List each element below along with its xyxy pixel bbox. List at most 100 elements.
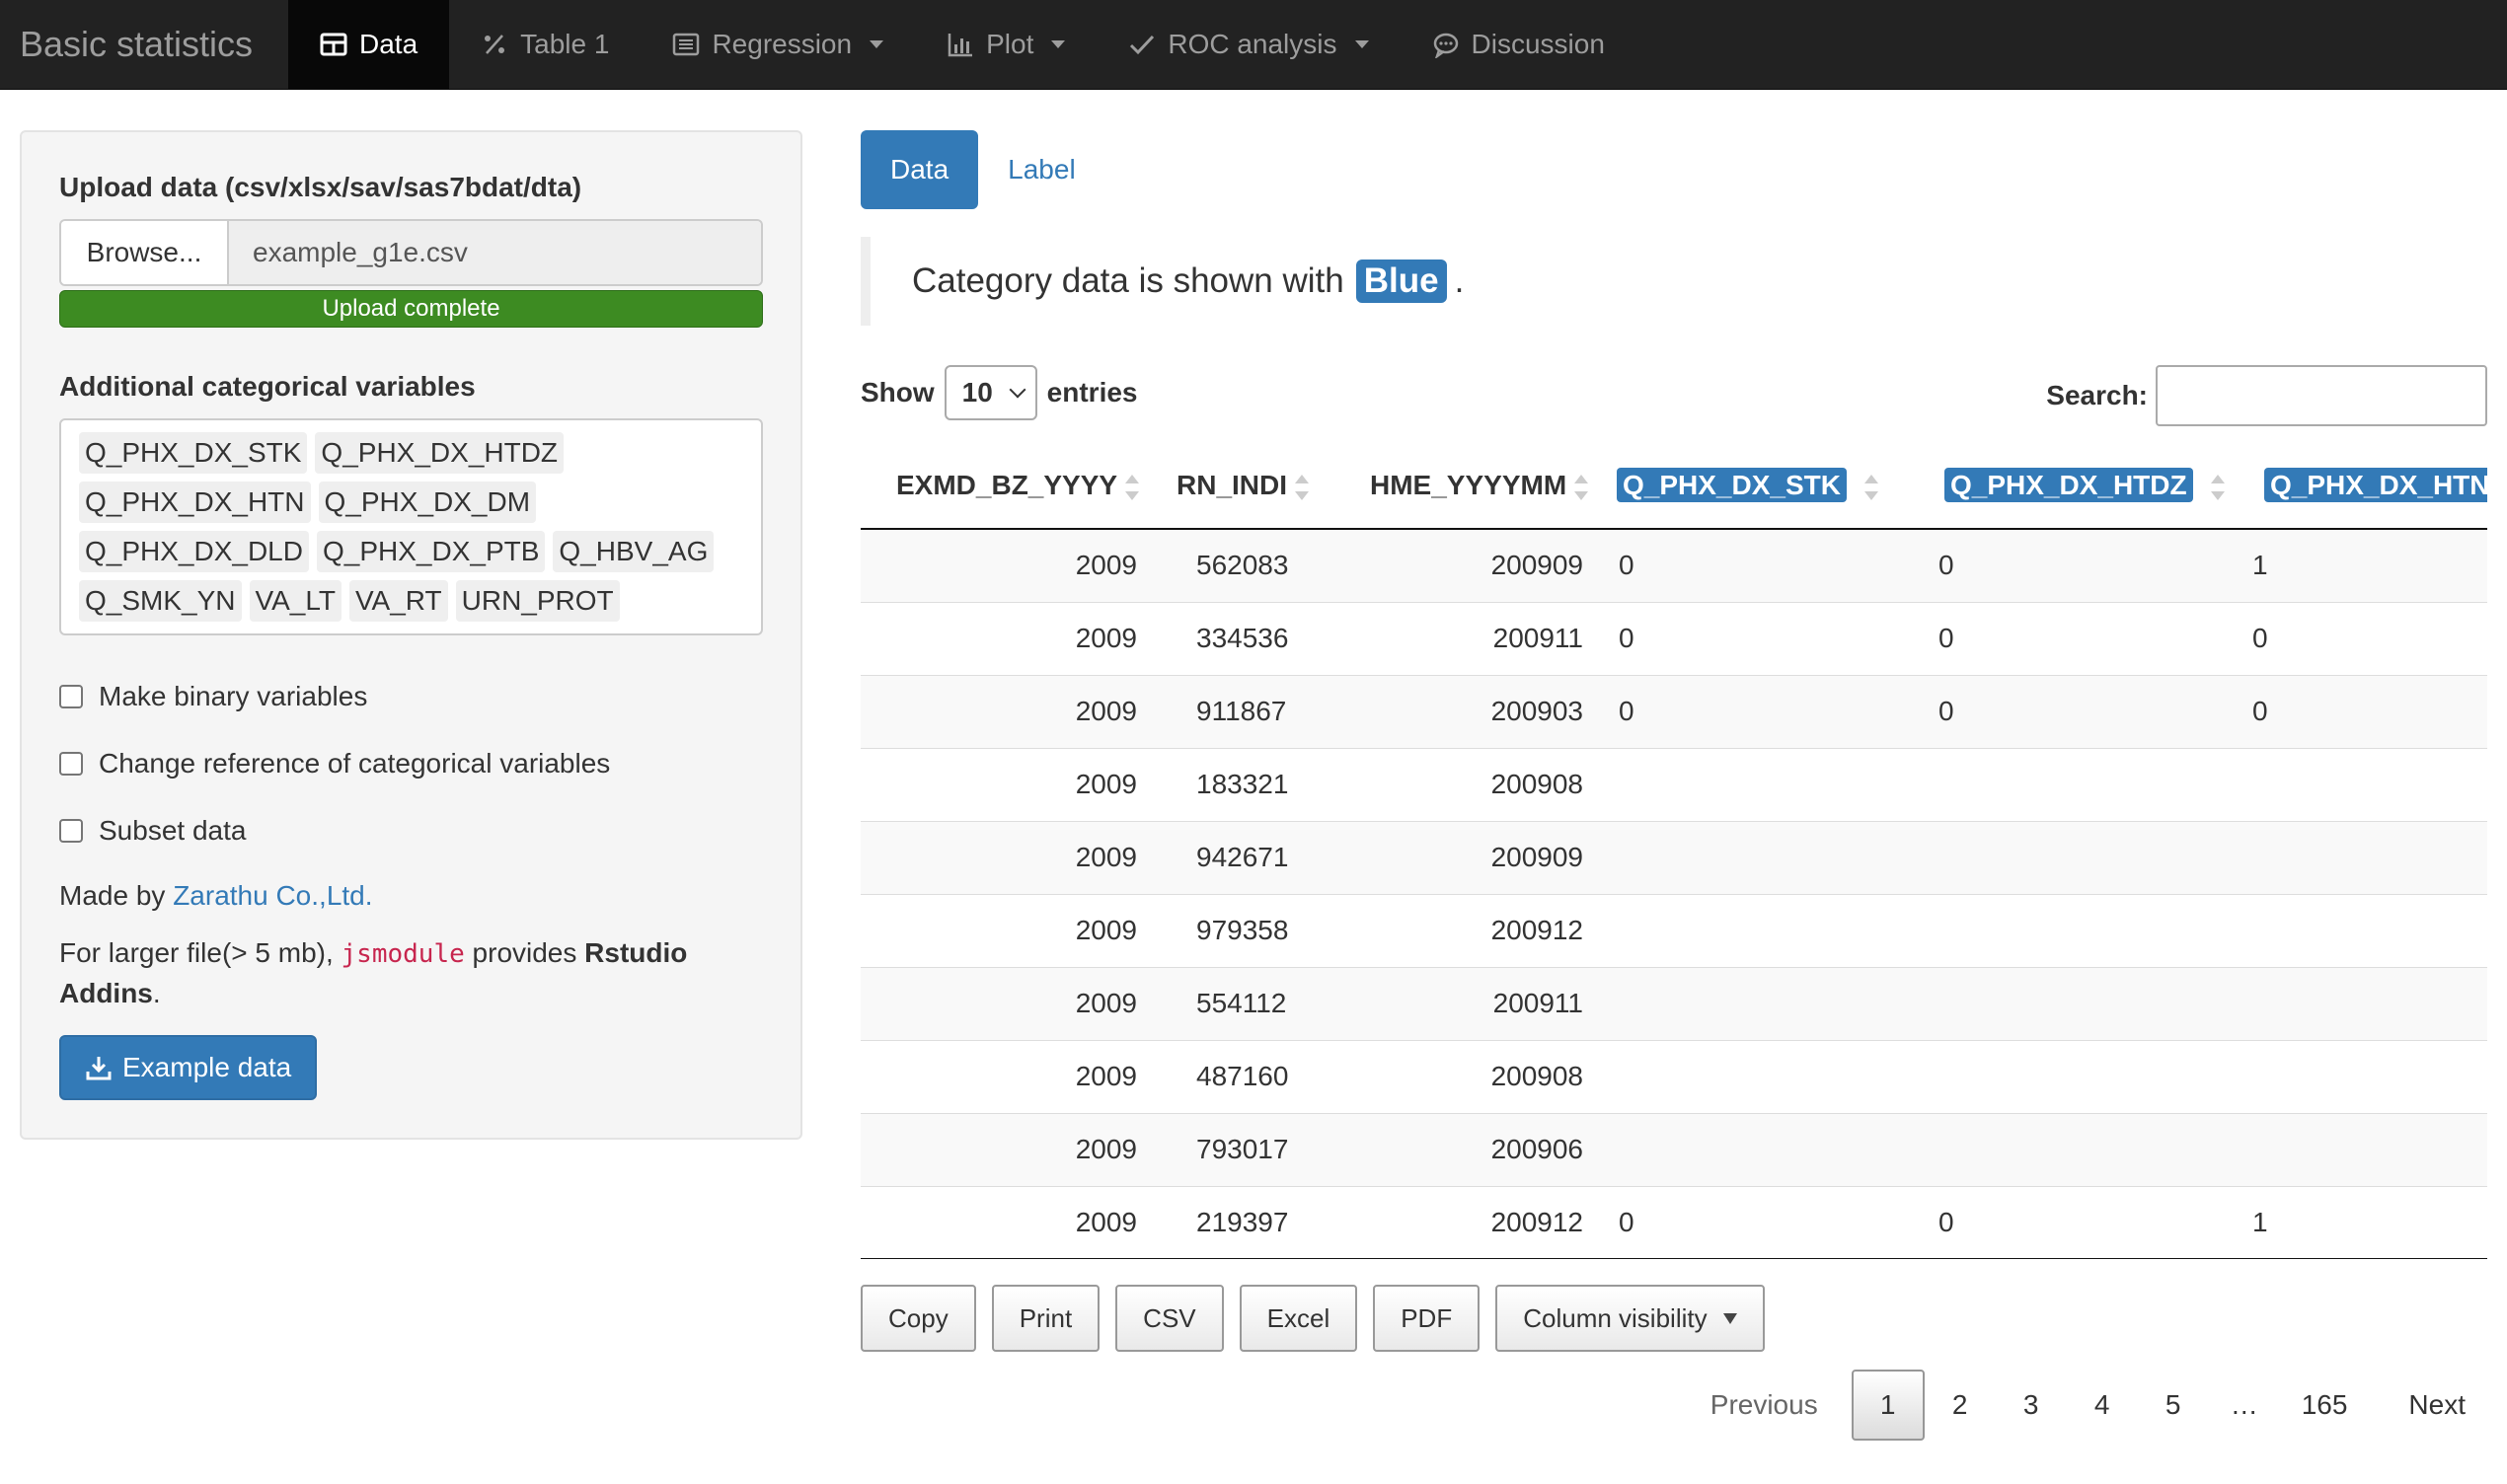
larger-file-mid: provides (472, 937, 577, 968)
copy-button[interactable]: Copy (861, 1285, 976, 1352)
change-reference-option[interactable]: Change reference of categorical variable… (59, 748, 763, 779)
example-data-button[interactable]: Example data (59, 1035, 318, 1100)
table-row[interactable]: 2009 334536 200911 0 0 0 (861, 601, 2487, 675)
table-row[interactable]: 2009 562083 200909 0 0 1 (861, 528, 2487, 602)
entries-select[interactable]: 10 (944, 365, 1037, 420)
table-row[interactable]: 2009 554112 200911 (861, 966, 2487, 1040)
column-header-q-phx-dx-htn[interactable]: Q_PHX_DX_HTN (2239, 444, 2487, 530)
search-label: Search: (2046, 380, 2148, 410)
chat-bubble-icon (1433, 33, 1458, 58)
print-button[interactable]: Print (991, 1285, 1101, 1352)
table-cell: 2009 (861, 1112, 1157, 1186)
change-reference-checkbox[interactable] (59, 752, 83, 776)
sort-icon (1863, 473, 1878, 502)
pagination-page-3[interactable]: 3 (1996, 1370, 2067, 1441)
nav-roc-label: ROC analysis (1168, 29, 1337, 59)
pagination-page-2[interactable]: 2 (1925, 1370, 1996, 1441)
subset-data-checkbox[interactable] (59, 819, 83, 843)
list-icon (673, 33, 700, 56)
tab-data[interactable]: Data (861, 130, 979, 209)
column-header-rn-indi[interactable]: RN_INDI (1157, 444, 1315, 530)
table-row[interactable]: 2009 942671 200909 (861, 820, 2487, 894)
tab-label[interactable]: Label (978, 130, 1105, 209)
blue-highlight: Blue (1355, 260, 1447, 303)
table-row[interactable]: 2009 487160 200908 (861, 1039, 2487, 1113)
search-input[interactable] (2156, 365, 2487, 426)
table-row[interactable]: 2009 911867 200903 0 0 0 (861, 674, 2487, 748)
nav-discussion[interactable]: Discussion (1401, 0, 1636, 89)
column-header-q-phx-dx-htdz[interactable]: Q_PHX_DX_HTDZ (1921, 444, 2239, 530)
column-visibility-button[interactable]: Column visibility (1495, 1285, 1765, 1352)
column-header-label: RN_INDI (1177, 470, 1288, 501)
larger-file-text: For larger file(> 5 mb), jsmodule provid… (59, 933, 750, 1013)
larger-file-prefix: For larger file(> 5 mb), (59, 937, 334, 968)
table-cell: 219397 (1157, 1185, 1315, 1259)
subset-data-option[interactable]: Subset data (59, 815, 763, 847)
categorical-tag[interactable]: VA_RT (348, 580, 448, 622)
categorical-tag[interactable]: Q_PHX_DX_HTN (79, 482, 311, 523)
column-header-exmd-bz-yyyy[interactable]: EXMD_BZ_YYYY (861, 444, 1157, 530)
browse-button[interactable]: Browse... (61, 221, 229, 284)
nav-plot-label: Plot (986, 29, 1034, 59)
csv-button[interactable]: CSV (1115, 1285, 1224, 1352)
nav-data[interactable]: Data (288, 0, 450, 89)
make-binary-option[interactable]: Make binary variables (59, 681, 763, 712)
sort-icon (2210, 473, 2225, 502)
subset-data-label: Subset data (99, 815, 247, 846)
table-cell: 0 (1603, 601, 1921, 675)
pdf-button[interactable]: PDF (1373, 1285, 1481, 1352)
table-icon (320, 33, 347, 56)
table-cell: 2009 (861, 1039, 1157, 1113)
make-binary-checkbox[interactable] (59, 685, 83, 708)
table-cell: 334536 (1157, 601, 1315, 675)
entries-value: 10 (961, 377, 993, 408)
table-cell (1603, 1039, 1921, 1113)
check-icon (1130, 35, 1155, 55)
nav-regression[interactable]: Regression (641, 0, 915, 89)
pagination-next[interactable]: Next (2369, 1370, 2487, 1441)
table-cell: 2009 (861, 528, 1157, 602)
table-cell (1921, 820, 2239, 894)
table-cell (1921, 893, 2239, 967)
categorical-tag[interactable]: Q_HBV_AG (553, 531, 715, 572)
table-cell: 2009 (861, 820, 1157, 894)
download-icon (86, 1057, 112, 1080)
nav-plot[interactable]: Plot (915, 0, 1097, 89)
callout-text: Category data is shown with (912, 261, 1344, 300)
nav-table1[interactable]: Table 1 (449, 0, 641, 89)
categorical-variables-select[interactable]: Q_PHX_DX_STK Q_PHX_DX_HTDZ Q_PHX_DX_HTN … (59, 418, 763, 635)
categorical-tag[interactable]: Q_SMK_YN (79, 580, 242, 622)
pagination-previous[interactable]: Previous (1689, 1370, 1852, 1441)
column-header-hme-yyyymm[interactable]: HME_YYYYMM (1315, 444, 1603, 530)
table-row[interactable]: 2009 979358 200912 (861, 893, 2487, 967)
make-binary-label: Make binary variables (99, 681, 368, 711)
pagination-page-1[interactable]: 1 (1851, 1370, 1925, 1441)
file-upload-input[interactable]: Browse... example_g1e.csv (59, 219, 763, 286)
excel-button[interactable]: Excel (1239, 1285, 1358, 1352)
pagination-page-165[interactable]: 165 (2280, 1370, 2370, 1441)
table-row[interactable]: 2009 793017 200906 (861, 1112, 2487, 1186)
chevron-down-icon (870, 40, 884, 48)
categorical-tag[interactable]: Q_PHX_DX_DM (318, 482, 537, 523)
categorical-tag[interactable]: Q_PHX_DX_HTDZ (315, 432, 565, 474)
nav-roc[interactable]: ROC analysis (1097, 0, 1400, 89)
categorical-tag[interactable]: URN_PROT (455, 580, 620, 622)
app-brand[interactable]: Basic statistics (0, 0, 288, 89)
table-cell: 200908 (1315, 1039, 1603, 1113)
table-cell: 942671 (1157, 820, 1315, 894)
table-row[interactable]: 2009 183321 200908 (861, 747, 2487, 821)
pagination-page-4[interactable]: 4 (2067, 1370, 2138, 1441)
categorical-tag[interactable]: Q_PHX_DX_DLD (79, 531, 309, 572)
categorical-tag[interactable]: VA_LT (249, 580, 342, 622)
zarathu-link[interactable]: Zarathu Co.,Ltd. (173, 880, 372, 911)
table-cell: 554112 (1157, 966, 1315, 1040)
pagination-page-5[interactable]: 5 (2138, 1370, 2209, 1441)
column-header-q-phx-dx-stk[interactable]: Q_PHX_DX_STK (1603, 444, 1921, 530)
upload-label: Upload data (csv/xlsx/sav/sas7bdat/dta) (59, 172, 582, 202)
table-cell: 2009 (861, 966, 1157, 1040)
categorical-tag[interactable]: Q_PHX_DX_STK (79, 432, 308, 474)
categorical-tag[interactable]: Q_PHX_DX_PTB (316, 531, 546, 572)
export-buttons: Copy Print CSV Excel PDF Column visibili… (861, 1285, 1765, 1352)
table-row[interactable]: 2009 219397 200912 0 0 1 (861, 1185, 2487, 1259)
table-cell: 2009 (861, 893, 1157, 967)
